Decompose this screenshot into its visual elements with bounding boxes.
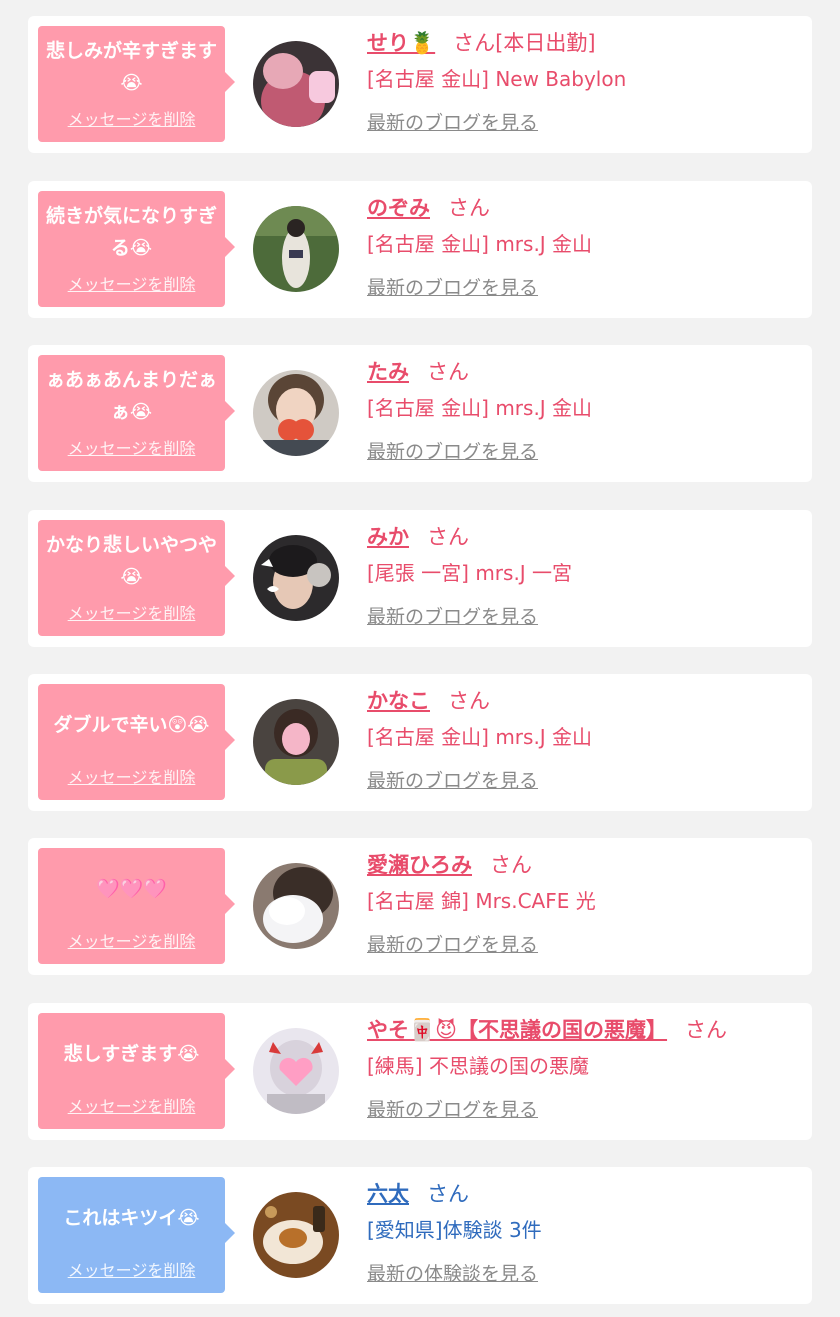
- name-suffix: さん: [448, 689, 490, 713]
- list-item: 🩷🩷🩷 メッセージを削除 愛瀬ひろみ さん [名古屋 錦] Mrs.CAFE 光 …: [28, 838, 812, 975]
- message-text: ダブルで辛い😲😭: [53, 714, 210, 736]
- shop-label: [名古屋 金山] mrs.J 金山: [367, 396, 593, 420]
- cast-name-link[interactable]: やそ🀄😈【不思議の国の悪魔】: [367, 1018, 667, 1042]
- name-suffix: さん: [448, 196, 490, 220]
- avatar[interactable]: [253, 206, 339, 292]
- avatar[interactable]: [253, 1028, 339, 1114]
- message-bubble: ぁあぁあんまりだぁぁ😭 メッセージを削除: [38, 355, 235, 471]
- latest-blog-link[interactable]: 最新のブログを見る: [367, 766, 802, 796]
- cast-name-link[interactable]: 愛瀬ひろみ: [367, 853, 472, 877]
- name-suffix: さん: [427, 525, 469, 549]
- message-text: これはキツイ😭: [63, 1207, 200, 1229]
- cast-name-link[interactable]: かなこ: [367, 689, 430, 713]
- list-item: 悲しすぎます😭 メッセージを削除 やそ🀄😈【不思議の国の悪魔】 さん [練馬] 不…: [28, 1003, 812, 1140]
- avatar[interactable]: [253, 41, 339, 127]
- cast-name-link[interactable]: みか: [367, 525, 409, 549]
- delete-message-link[interactable]: メッセージを削除: [38, 1257, 225, 1281]
- cast-name-link[interactable]: たみ: [367, 360, 409, 384]
- delete-message-link[interactable]: メッセージを削除: [38, 600, 225, 624]
- message-bubble: 悲しすぎます😭 メッセージを削除: [38, 1013, 235, 1129]
- message-bubble: 🩷🩷🩷 メッセージを削除: [38, 848, 235, 964]
- shop-label: [尾張 一宮] mrs.J 一宮: [367, 561, 573, 585]
- cast-info: 愛瀬ひろみ さん [名古屋 錦] Mrs.CAFE 光 最新のブログを見る: [367, 846, 802, 960]
- shop-label: [名古屋 錦] Mrs.CAFE 光: [367, 889, 596, 913]
- message-text: 悲しすぎます😭: [63, 1043, 200, 1065]
- latest-blog-link[interactable]: 最新のブログを見る: [367, 930, 802, 960]
- cast-name-link[interactable]: せり🍍: [367, 31, 435, 55]
- message-bubble: これはキツイ😭 メッセージを削除: [38, 1177, 235, 1293]
- avatar[interactable]: [253, 370, 339, 456]
- latest-blog-link[interactable]: 最新のブログを見る: [367, 437, 802, 467]
- reviewer-name-link[interactable]: 六太: [367, 1182, 409, 1206]
- list-item: これはキツイ😭 メッセージを削除 六太 さん [愛知県]体験談 3件 最新の体験談…: [28, 1167, 812, 1304]
- name-suffix: さん: [685, 1018, 728, 1042]
- delete-message-link[interactable]: メッセージを削除: [38, 928, 225, 952]
- latest-blog-link[interactable]: 最新のブログを見る: [367, 108, 802, 138]
- message-text: かなり悲しいやつや😭: [45, 534, 217, 588]
- message-text: 🩷🩷🩷: [96, 878, 167, 900]
- list-item: 悲しみが辛すぎます😭 メッセージを削除 せり🍍 さん[本日出勤] [名古屋 金山]…: [28, 16, 812, 153]
- cast-name-link[interactable]: のぞみ: [367, 196, 430, 220]
- message-bubble: かなり悲しいやつや😭 メッセージを削除: [38, 520, 235, 636]
- message-text: 悲しみが辛すぎます😭: [45, 40, 217, 94]
- shop-label: [名古屋 金山] New Babylon: [367, 67, 627, 91]
- cast-info: たみ さん [名古屋 金山] mrs.J 金山 最新のブログを見る: [367, 353, 802, 467]
- list-item: ぁあぁあんまりだぁぁ😭 メッセージを削除 たみ さん [名古屋 金山] mrs.J…: [28, 345, 812, 482]
- name-suffix: さん: [427, 360, 469, 384]
- review-count-label: [愛知県]体験談 3件: [367, 1218, 542, 1242]
- shop-label: [名古屋 金山] mrs.J 金山: [367, 232, 593, 256]
- delete-message-link[interactable]: メッセージを削除: [38, 435, 225, 459]
- message-bubble: 続きが気になりすぎる😭 メッセージを削除: [38, 191, 235, 307]
- name-suffix: さん[本日出勤]: [453, 31, 596, 55]
- delete-message-link[interactable]: メッセージを削除: [38, 271, 225, 295]
- delete-message-link[interactable]: メッセージを削除: [38, 106, 225, 130]
- cast-info: やそ🀄😈【不思議の国の悪魔】 さん [練馬] 不思議の国の悪魔 最新のブログを見る: [367, 1011, 802, 1125]
- cast-info: みか さん [尾張 一宮] mrs.J 一宮 最新のブログを見る: [367, 518, 802, 632]
- message-bubble: ダブルで辛い😲😭 メッセージを削除: [38, 684, 235, 800]
- list-item: かなり悲しいやつや😭 メッセージを削除 みか さん [尾張 一宮] mrs.J 一…: [28, 510, 812, 647]
- message-text: ぁあぁあんまりだぁぁ😭: [45, 369, 217, 423]
- list-item: 続きが気になりすぎる😭 メッセージを削除 のぞみ さん [名古屋 金山] mrs.…: [28, 181, 812, 318]
- name-suffix: さん: [490, 853, 532, 877]
- cast-info: せり🍍 さん[本日出勤] [名古屋 金山] New Babylon 最新のブログを…: [367, 24, 802, 138]
- cast-info: かなこ さん [名古屋 金山] mrs.J 金山 最新のブログを見る: [367, 682, 802, 796]
- shop-label: [練馬] 不思議の国の悪魔: [367, 1054, 589, 1078]
- message-bubble: 悲しみが辛すぎます😭 メッセージを削除: [38, 26, 235, 142]
- avatar[interactable]: [253, 863, 339, 949]
- latest-review-link[interactable]: 最新の体験談を見る: [367, 1259, 802, 1289]
- delete-message-link[interactable]: メッセージを削除: [38, 1093, 225, 1117]
- cast-info: 六太 さん [愛知県]体験談 3件 最新の体験談を見る: [367, 1175, 802, 1289]
- delete-message-link[interactable]: メッセージを削除: [38, 764, 225, 788]
- latest-blog-link[interactable]: 最新のブログを見る: [367, 273, 802, 303]
- message-text: 続きが気になりすぎる😭: [45, 205, 217, 259]
- name-suffix: さん: [427, 1182, 469, 1206]
- shop-label: [名古屋 金山] mrs.J 金山: [367, 725, 593, 749]
- message-list: 悲しみが辛すぎます😭 メッセージを削除 せり🍍 さん[本日出勤] [名古屋 金山]…: [0, 0, 840, 1317]
- latest-blog-link[interactable]: 最新のブログを見る: [367, 1095, 802, 1125]
- avatar[interactable]: [253, 1192, 339, 1278]
- list-item: ダブルで辛い😲😭 メッセージを削除 かなこ さん [名古屋 金山] mrs.J 金…: [28, 674, 812, 811]
- avatar[interactable]: [253, 535, 339, 621]
- avatar[interactable]: [253, 699, 339, 785]
- cast-info: のぞみ さん [名古屋 金山] mrs.J 金山 最新のブログを見る: [367, 189, 802, 303]
- latest-blog-link[interactable]: 最新のブログを見る: [367, 602, 802, 632]
